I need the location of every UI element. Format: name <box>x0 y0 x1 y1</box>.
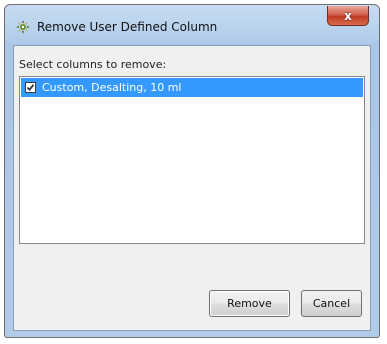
dialog-body: Select columns to remove: Custom, Desalt… <box>13 45 371 331</box>
column-checkbox[interactable] <box>25 82 36 93</box>
remove-button[interactable]: Remove <box>209 290 290 317</box>
columns-listbox[interactable]: Custom, Desalting, 10 ml <box>19 76 365 244</box>
close-icon: x <box>344 8 352 23</box>
checkmark-icon <box>26 84 35 92</box>
columns-prompt-label: Select columns to remove: <box>19 58 167 71</box>
cancel-button[interactable]: Cancel <box>301 290 362 317</box>
dialog-window: Remove User Defined Column x Select colu… <box>4 4 380 338</box>
column-item-label: Custom, Desalting, 10 ml <box>42 81 182 94</box>
window-title: Remove User Defined Column <box>37 20 218 34</box>
list-item[interactable]: Custom, Desalting, 10 ml <box>21 78 363 97</box>
close-button[interactable]: x <box>327 6 369 26</box>
title-bar[interactable]: Remove User Defined Column x <box>5 5 379 45</box>
puzzle-gear-icon <box>15 19 31 35</box>
